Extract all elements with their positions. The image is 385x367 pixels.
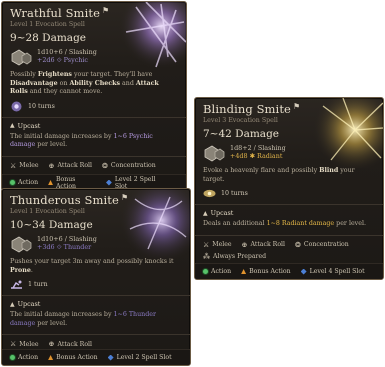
duration-text: 10 turns — [221, 190, 248, 198]
melee-icon: ⚔ — [10, 161, 17, 170]
cost-footer: Action Bonus Action Level 4 Spell Slot — [195, 263, 383, 279]
action-icon — [203, 269, 208, 274]
action-icon — [10, 180, 15, 185]
cost-spell-slot: Level 4 Spell Slot — [300, 268, 365, 275]
divider — [2, 334, 190, 336]
dice-secondary: +2d6 ⟐ Psychic — [37, 56, 89, 65]
prone-icon — [11, 280, 22, 289]
tag-always-prepared: ⁂ Always Prepared — [203, 252, 267, 261]
bonus-action-icon — [241, 269, 247, 274]
divider — [2, 155, 186, 157]
flag-icon: ⚑ — [120, 193, 129, 202]
upcast-title: Upcast — [17, 121, 41, 130]
upcast-text: The initial damage increases by 1~6 Psyc… — [10, 132, 153, 149]
dice-icon — [204, 145, 225, 162]
cost-bonus-action: Bonus Action — [48, 354, 98, 361]
melee-icon: ⚔ — [10, 340, 17, 349]
damage-range: 10~34 Damage — [10, 219, 93, 231]
card-subtitle: Level 1 Evocation Spell — [10, 208, 85, 215]
card-subtitle: Level 3 Evocation Spell — [203, 117, 278, 124]
blinding-smite-card: Blinding Smite ⚑ Level 3 Evocation Spell … — [194, 97, 384, 280]
blind-icon — [203, 190, 216, 198]
spell-slot-icon — [300, 268, 307, 275]
attack-roll-icon: ⊕ — [48, 340, 55, 349]
cost-action: Action — [203, 268, 231, 275]
upcast-title: Upcast — [210, 209, 234, 218]
cost-action: Action — [10, 354, 38, 361]
upcast-title: Upcast — [17, 300, 41, 309]
flag-icon: ⚑ — [101, 6, 110, 15]
spell-slot-icon — [107, 354, 114, 361]
tag-melee: ⚔ Melee — [203, 240, 232, 249]
card-title: Thunderous Smite — [10, 193, 119, 207]
tag-melee: ⚔ Melee — [10, 161, 39, 170]
melee-icon: ⚔ — [203, 240, 210, 249]
attack-roll-icon: ⊕ — [241, 240, 248, 249]
damage-range: 9~28 Damage — [10, 32, 87, 44]
tag-concentration: ❂ Concentration — [102, 161, 156, 170]
bonus-action-icon — [48, 180, 53, 185]
bonus-action-icon — [48, 355, 54, 360]
cost-action: Action — [10, 179, 38, 186]
duration-text: 1 turn — [28, 281, 48, 289]
dice-primary: 1d10+6 / Slashing — [37, 235, 97, 243]
card-title: Wrathful Smite — [10, 6, 100, 20]
card-subtitle: Level 1 Evocation Spell — [10, 21, 85, 28]
upcast-icon: ▲ — [10, 300, 15, 308]
fear-icon — [11, 101, 22, 112]
concentration-icon: ❂ — [102, 161, 108, 170]
cost-footer: Action Bonus Action Level 2 Spell Slot — [2, 349, 190, 365]
attack-roll-icon: ⊕ — [48, 161, 55, 170]
dice-primary: 1d10+6 / Slashing — [37, 48, 97, 56]
flag-icon: ⚑ — [292, 102, 301, 111]
dice-secondary: +3d6 ⟐ Thunder — [37, 243, 92, 252]
divider — [195, 234, 383, 236]
dice-secondary: +4d8 ✱ Radiant — [230, 152, 283, 161]
dice-icon — [11, 236, 32, 253]
concentration-icon: ❂ — [295, 240, 301, 249]
thunderous-smite-card: Thunderous Smite ⚑ Level 1 Evocation Spel… — [1, 188, 191, 366]
action-icon — [10, 355, 15, 360]
dice-icon — [11, 49, 32, 66]
tag-concentration: ❂ Concentration — [295, 240, 349, 249]
damage-range: 7~42 Damage — [203, 128, 280, 140]
upcast-icon: ▲ — [10, 122, 15, 130]
wrathful-smite-card: Wrathful Smite ⚑ Level 1 Evocation Spell … — [1, 1, 187, 191]
tag-attack-roll: ⊕ Attack Roll — [241, 240, 286, 249]
cost-spell-slot: Level 2 Spell Slot — [107, 354, 172, 361]
cost-bonus-action: Bonus Action — [241, 268, 291, 275]
spell-slot-icon — [106, 179, 112, 186]
upcast-text: Deals an additional 1~8 Radiant damage p… — [203, 220, 366, 228]
tag-attack-roll: ⊕ Attack Roll — [48, 161, 93, 170]
upcast-icon: ▲ — [203, 209, 208, 217]
dice-primary: 1d8+2 / Slashing — [230, 144, 286, 152]
upcast-text: The initial damage increases by 1~6 Thun… — [10, 311, 156, 327]
always-prepared-icon: ⁂ — [203, 252, 210, 261]
duration-text: 10 turns — [28, 102, 55, 110]
card-title: Blinding Smite — [203, 102, 291, 116]
